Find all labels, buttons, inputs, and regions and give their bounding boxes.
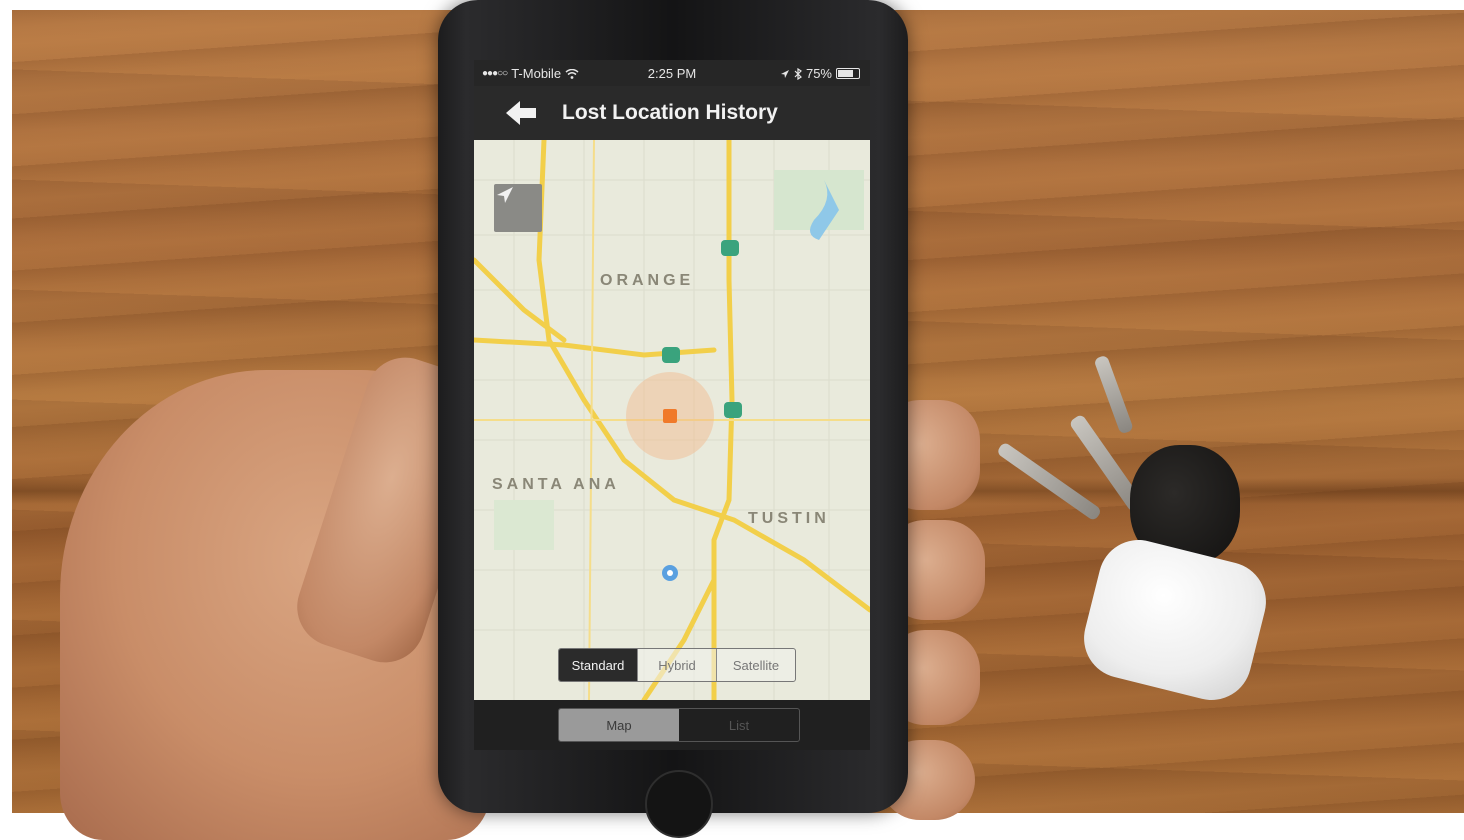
view-toggle: Map List: [558, 708, 800, 742]
map-view[interactable]: ORANGE SANTA ANA TUSTIN Standard Hybrid …: [474, 140, 870, 700]
map-type-tab[interactable]: Standard: [559, 649, 638, 681]
map-label-santa-ana: SANTA ANA: [492, 476, 620, 493]
status-right: 75%: [780, 66, 860, 81]
view-tab[interactable]: List: [679, 709, 799, 741]
location-arrow-icon: [780, 69, 789, 78]
map-type-control: Standard Hybrid Satellite: [558, 648, 796, 682]
view-tab[interactable]: Map: [559, 709, 679, 741]
location-arrow-icon: [497, 187, 513, 203]
map-type-tab[interactable]: Hybrid: [638, 649, 717, 681]
phone-screen: ●●●○○ T-Mobile 2:25 PM 75% Lost Location…: [474, 60, 870, 750]
battery-level: [838, 70, 853, 77]
bottom-toolbar: Map List: [474, 700, 870, 750]
map-type-tab[interactable]: Satellite: [717, 649, 795, 681]
locate-button[interactable]: [494, 184, 542, 232]
map-label-orange: ORANGE: [600, 272, 695, 289]
battery-icon: [836, 68, 860, 79]
nav-bar: Lost Location History: [474, 86, 870, 140]
bluetooth-icon: [794, 67, 802, 80]
home-button[interactable]: [645, 770, 713, 838]
back-arrow-icon[interactable]: [504, 98, 538, 128]
battery-percent: 75%: [805, 66, 832, 81]
map-label-tustin: TUSTIN: [748, 510, 830, 527]
page-title: Lost Location History: [562, 101, 778, 124]
status-bar: ●●●○○ T-Mobile 2:25 PM 75%: [474, 60, 870, 86]
